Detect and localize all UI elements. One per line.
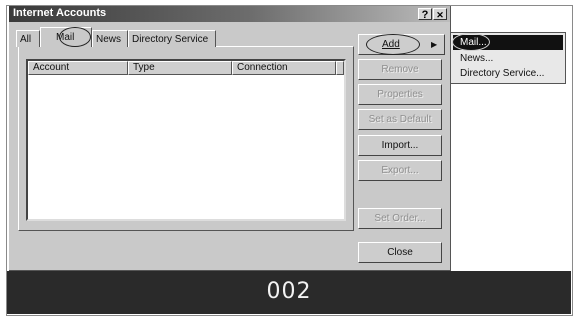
mail-tab-highlight-oval (59, 27, 91, 47)
menu-item-directory-service[interactable]: Directory Service... (453, 66, 563, 81)
tab-directory-service[interactable]: Directory Service (128, 30, 216, 47)
column-header-filler (336, 61, 344, 75)
column-header-type[interactable]: Type (128, 61, 232, 75)
column-header-account[interactable]: Account (28, 61, 128, 75)
import-button[interactable]: Import... (358, 135, 442, 156)
tab-all[interactable]: All (16, 30, 40, 47)
tab-news[interactable]: News (92, 30, 128, 47)
export-button[interactable]: Export... (358, 160, 442, 181)
close-window-button[interactable]: ✕ (433, 8, 447, 20)
title-bar: Internet Accounts ? ✕ (9, 6, 450, 22)
accounts-list[interactable]: Account Type Connection (26, 59, 346, 221)
add-button-highlight-oval (366, 34, 420, 55)
mail-menu-highlight-oval (452, 33, 490, 51)
close-button[interactable]: Close (358, 242, 442, 263)
caption-bar: 002 (7, 271, 571, 314)
menu-item-directory-service-label: Directory Service... (460, 68, 545, 79)
set-as-default-button[interactable]: Set as Default (358, 109, 442, 130)
remove-button[interactable]: Remove (358, 59, 442, 80)
tab-directory-service-label: Directory Service (132, 34, 209, 45)
tab-all-label: All (20, 34, 32, 45)
help-button[interactable]: ? (418, 8, 432, 21)
tab-news-label: News (96, 34, 122, 45)
properties-button[interactable]: Properties (358, 84, 442, 105)
menu-item-news[interactable]: News... (453, 51, 563, 66)
menu-item-news-label: News... (460, 53, 494, 64)
window-title: Internet Accounts (13, 7, 107, 19)
caption-text: 002 (266, 279, 312, 304)
submenu-arrow-icon: ▶ (431, 40, 438, 49)
column-header-connection[interactable]: Connection (232, 61, 336, 75)
set-order-button[interactable]: Set Order... (358, 208, 442, 229)
